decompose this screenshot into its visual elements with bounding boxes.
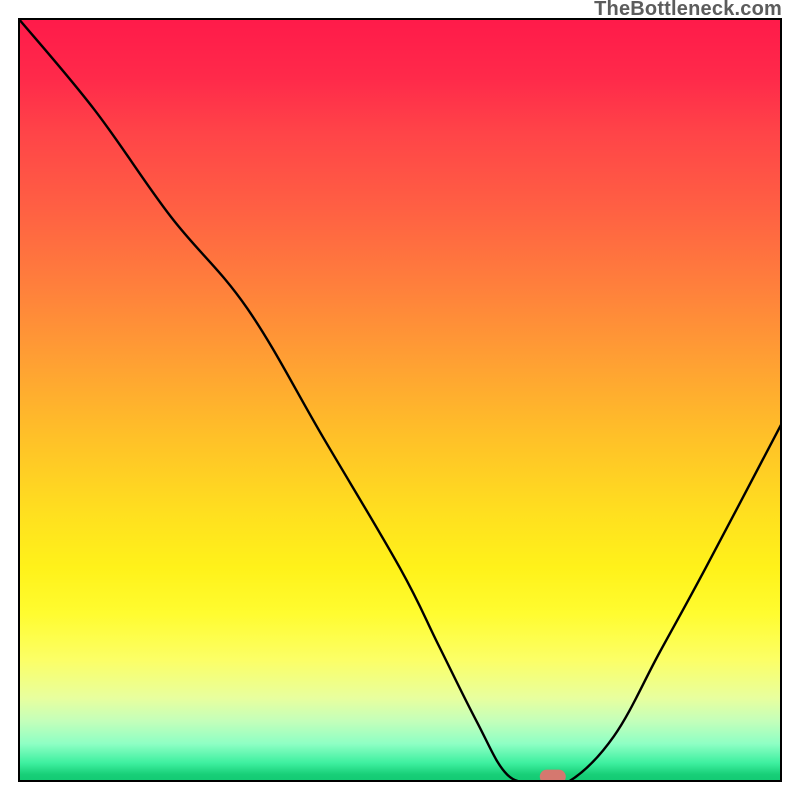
- curve-path: [18, 18, 782, 782]
- chart-container: TheBottleneck.com: [0, 0, 800, 800]
- chart-curve-layer: [18, 18, 782, 782]
- marker-dot: [540, 770, 566, 782]
